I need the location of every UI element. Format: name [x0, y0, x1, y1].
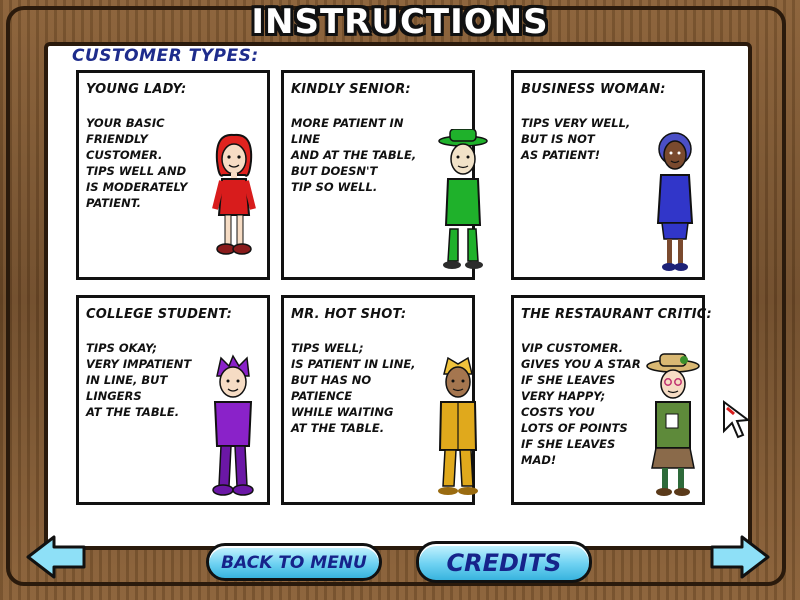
customer-card-restaurant-critic: THE RESTAURANT CRITIC: VIP CUSTOMER. GIV…: [511, 295, 712, 505]
customer-description: TIPS WELL; IS PATIENT IN LINE, BUT HAS N…: [291, 341, 416, 435]
business-woman-character: [656, 132, 694, 271]
customer-title: KINDLY SENIOR:: [291, 82, 411, 97]
customer-description: TIPS OKAY; VERY IMPATIENT IN LINE, BUT L…: [86, 341, 192, 419]
left-arrow-icon[interactable]: [26, 534, 88, 580]
customer-card-business-woman: BUSINESS WOMAN: TIPS VERY WELL, BUT IS N…: [511, 70, 705, 280]
customer-title: COLLEGE STUDENT:: [86, 307, 233, 322]
customer-description: YOUR BASIC FRIENDLY CUSTOMER. TIPS WELL …: [86, 116, 188, 210]
customer-description: MORE PATIENT IN LINE AND AT THE TABLE, B…: [291, 116, 417, 194]
customer-title: THE RESTAURANT CRITIC:: [521, 307, 712, 322]
right-arrow-icon[interactable]: [708, 534, 770, 580]
back-to-menu-button[interactable]: BACK TO MENU: [206, 543, 382, 581]
customer-card-mr-hot-shot: MR. HOT SHOT: TIPS WELL; IS PATIENT IN L…: [281, 295, 478, 505]
kindly-senior-character: [438, 129, 488, 269]
customer-title: MR. HOT SHOT:: [291, 307, 407, 322]
page-title: INSTRUCTIONS: [251, 2, 549, 42]
customer-description: TIPS VERY WELL, BUT IS NOT AS PATIENT!: [521, 116, 631, 162]
back-to-menu-label: BACK TO MENU: [221, 553, 367, 573]
customer-card-young-lady: YOUNG LADY: YOUR BASIC FRIENDLY CUSTOMER…: [76, 70, 270, 280]
section-heading: CUSTOMER TYPES:: [72, 46, 259, 66]
customer-card-kindly-senior: KINDLY SENIOR: MORE PATIENT IN LINE AND …: [281, 70, 488, 280]
college-student-character: [212, 354, 254, 496]
mr-hot-shot-character: [438, 356, 478, 495]
credits-label: CREDITS: [446, 549, 562, 577]
customer-card-college-student: COLLEGE STUDENT: TIPS OKAY; VERY IMPATIE…: [76, 295, 270, 505]
credits-button[interactable]: CREDITS: [416, 541, 592, 583]
restaurant-critic-character: [646, 353, 700, 496]
customer-title: BUSINESS WOMAN:: [521, 82, 666, 97]
customer-description: VIP CUSTOMER. GIVES YOU A STAR IF SHE LE…: [521, 341, 641, 467]
mouse-cursor-icon: [723, 400, 751, 439]
young-lady-character: [212, 133, 256, 255]
customer-title: YOUNG LADY:: [86, 82, 187, 97]
